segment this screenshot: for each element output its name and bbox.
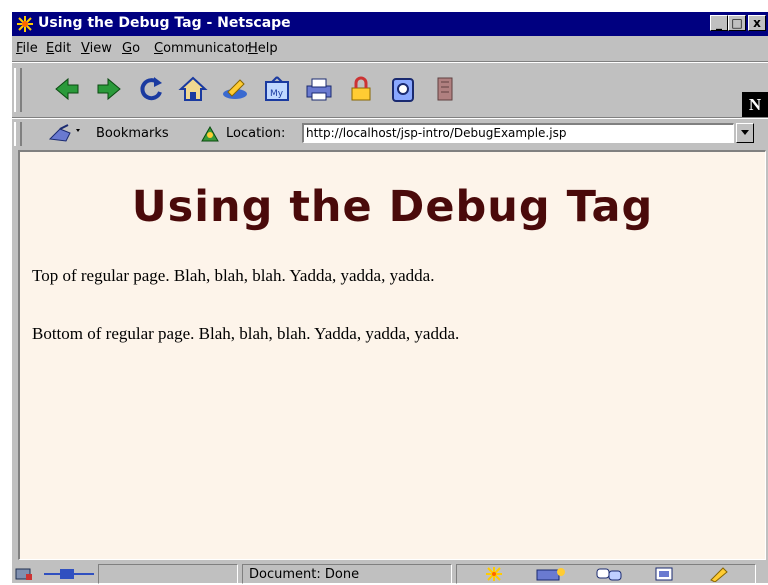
menu-edit[interactable]: Edit: [46, 41, 71, 56]
discussion-icon[interactable]: [595, 566, 625, 582]
paragraph-bottom: Bottom of regular page. Blah, blah, blah…: [32, 324, 460, 343]
menu-file[interactable]: File: [16, 41, 38, 56]
navigation-toolbar: My N: [12, 62, 768, 118]
netscape-app-icon: [16, 15, 34, 33]
component-bar: [456, 564, 756, 584]
page-heading: Using the Debug Tag: [131, 182, 654, 232]
home-icon[interactable]: [178, 74, 208, 104]
menu-help[interactable]: Help: [248, 41, 278, 56]
close-button[interactable]: x: [748, 15, 766, 31]
netscape-logo[interactable]: N: [742, 92, 768, 118]
connection-icon[interactable]: [14, 566, 36, 582]
menu-view[interactable]: View: [81, 41, 112, 56]
location-icon: [201, 125, 219, 142]
reload-icon[interactable]: [136, 74, 166, 104]
progress-plug-icon: [44, 569, 94, 579]
guide-icon[interactable]: My: [262, 74, 292, 104]
print-icon[interactable]: [304, 74, 334, 104]
back-icon[interactable]: [52, 74, 82, 104]
divider: [12, 117, 768, 119]
window-title: Using the Debug Tag - Netscape: [38, 15, 291, 31]
title-bar[interactable]: Using the Debug Tag - Netscape _ □ x: [12, 12, 768, 36]
location-toolbar: Bookmarks Location: http://localhost/jsp…: [12, 120, 768, 148]
chevron-down-icon: [741, 130, 749, 135]
location-dropdown-button[interactable]: [736, 123, 754, 143]
toolbar-grip[interactable]: [14, 122, 22, 146]
pen-icon[interactable]: [707, 566, 729, 582]
maximize-button[interactable]: □: [728, 15, 746, 31]
location-label: Location:: [226, 126, 286, 141]
forward-icon[interactable]: [94, 74, 124, 104]
browser-window: Using the Debug Tag - Netscape _ □ x Fil…: [10, 10, 768, 585]
svg-text:My: My: [270, 89, 284, 99]
security-icon[interactable]: [346, 74, 376, 104]
toolbar-grip[interactable]: [14, 68, 22, 112]
status-bar: Document: Done: [12, 562, 768, 585]
status-text-pane: Document: Done: [242, 564, 452, 584]
menu-go[interactable]: Go: [122, 41, 140, 56]
page-content: Using the Debug Tag Top of regular page.…: [18, 150, 766, 560]
composer-icon[interactable]: [653, 566, 675, 582]
mail-icon[interactable]: [535, 566, 567, 582]
location-input[interactable]: http://localhost/jsp-intro/DebugExample.…: [302, 123, 734, 143]
paragraph-top: Top of regular page. Blah, blah, blah. Y…: [32, 266, 435, 285]
progress-pane: [98, 564, 238, 584]
status-text: Document: Done: [249, 567, 360, 582]
minimize-button[interactable]: _: [710, 15, 728, 31]
search-icon[interactable]: [220, 74, 250, 104]
bookmarks-label[interactable]: Bookmarks: [96, 126, 169, 141]
navigator-icon[interactable]: [483, 566, 505, 582]
menu-bar: File Edit View Go Communicator Help: [12, 38, 768, 60]
shop-icon[interactable]: [388, 74, 418, 104]
bookmarks-icon[interactable]: [46, 123, 90, 145]
stop-icon[interactable]: [430, 74, 460, 104]
menu-communicator[interactable]: Communicator: [154, 41, 250, 56]
